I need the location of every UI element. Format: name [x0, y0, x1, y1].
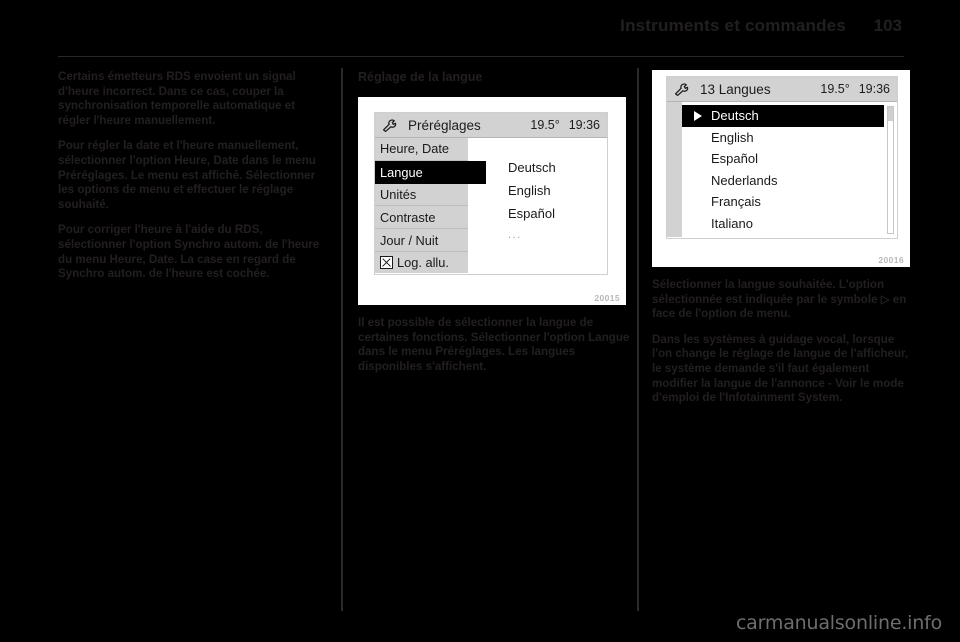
column-2: Réglage de la langue Préréglages 19.5° 1…	[358, 70, 630, 374]
language-item-deutsch[interactable]: Deutsch	[682, 105, 884, 127]
language-item-italiano[interactable]: Italiano	[682, 213, 884, 235]
menu-item-label: Heure, Date	[380, 141, 449, 157]
language-label: Français	[711, 194, 761, 210]
language-item-francais[interactable]: Français	[682, 191, 884, 213]
menu-item-langue[interactable]: Langue	[375, 160, 486, 184]
language-label: English	[711, 129, 754, 145]
paragraph: Dans les systèmes à guidage vocal, lorsq…	[652, 332, 909, 405]
figure-caption: 20015	[594, 293, 620, 303]
figure-presets-display: Préréglages 19.5° 19:36 Heure, Date Lang…	[358, 97, 626, 305]
menu-item-label: Log. allu.	[397, 255, 449, 271]
menu-item-heure-date[interactable]: Heure, Date	[375, 138, 468, 161]
outside-temperature: 19.5°	[820, 82, 850, 96]
paragraph: Pour corriger l'heure à l'aide du RDS, s…	[58, 223, 320, 281]
outside-temperature: 19.5°	[530, 118, 560, 132]
section-title-language-setting: Réglage de la langue	[358, 70, 483, 84]
column-3: 13 Langues 19.5° 19:36 Deutsch English E…	[652, 70, 910, 406]
paragraph: Certains émetteurs RDS envoient un signa…	[58, 70, 296, 127]
option-espanol[interactable]: Español	[486, 202, 607, 225]
selected-marker-icon	[694, 110, 702, 121]
option-more-ellipsis[interactable]: ...	[486, 225, 607, 245]
display-menu-list: Heure, Date Langue Unités Contraste Jour…	[375, 138, 486, 274]
display-body: Deutsch English Español Nederlands Franç…	[667, 102, 897, 237]
menu-item-log-allu[interactable]: Log. allu.	[375, 252, 468, 274]
display-status-right: 19.5° 19:36	[820, 82, 890, 96]
display-status-right: 19.5° 19:36	[530, 118, 600, 132]
wrench-icon	[674, 82, 689, 96]
page-title: Instruments et commandes	[620, 16, 846, 35]
scrollbar-thumb[interactable]	[888, 107, 893, 121]
language-label: Deutsch	[711, 108, 759, 124]
clock-time: 19:36	[568, 118, 600, 132]
language-item-nederlands[interactable]: Nederlands	[682, 170, 884, 192]
site-watermark: carmanualsonline.info	[735, 612, 942, 634]
display-status-bar: 13 Langues 19.5° 19:36	[667, 77, 897, 102]
paragraph: Sélectionner la langue souhaitée. L'opti…	[652, 278, 907, 321]
option-english[interactable]: English	[486, 179, 607, 202]
wrench-icon	[382, 118, 397, 132]
paragraph: Il est possible de sélectionner la langu…	[358, 316, 630, 373]
menu-item-label: Jour / Nuit	[380, 232, 439, 248]
menu-item-label: Unités	[380, 186, 417, 202]
display-body: Heure, Date Langue Unités Contraste Jour…	[375, 138, 607, 274]
display-status-bar: Préréglages 19.5° 19:36	[375, 113, 607, 138]
header-divider	[58, 56, 904, 57]
menu-item-jour-nuit[interactable]: Jour / Nuit	[375, 229, 468, 252]
page-header: Instruments et commandes 103	[58, 16, 902, 46]
option-deutsch[interactable]: Deutsch	[486, 156, 607, 179]
display-left-gutter	[667, 102, 682, 237]
menu-item-unites[interactable]: Unités	[375, 184, 468, 207]
display-title: 13 Langues	[700, 81, 771, 97]
column-separator-2	[637, 68, 639, 611]
menu-item-contraste[interactable]: Contraste	[375, 206, 468, 230]
scrollbar-track[interactable]	[887, 106, 894, 234]
checkbox-checked-icon[interactable]	[380, 256, 393, 270]
page-number: 103	[873, 16, 902, 35]
language-label: Italiano	[711, 215, 753, 231]
language-list: Deutsch English Español Nederlands Franç…	[682, 105, 884, 234]
language-label: Español	[711, 151, 758, 167]
figure-languages-display: 13 Langues 19.5° 19:36 Deutsch English E…	[652, 70, 910, 267]
language-item-espanol[interactable]: Español	[682, 148, 884, 170]
clock-time: 19:36	[858, 82, 890, 96]
language-item-english[interactable]: English	[682, 127, 884, 149]
display-option-list: Deutsch English Español ...	[486, 138, 607, 273]
figure-caption: 20016	[878, 255, 904, 265]
column-1: Certains émetteurs RDS envoient un signa…	[58, 70, 330, 282]
display-title: Préréglages	[408, 117, 481, 133]
column-separator-1	[341, 68, 343, 611]
menu-item-label: Langue	[380, 164, 423, 180]
paragraph: Pour régler la date et l'heure manuellem…	[58, 139, 316, 211]
infotainment-display-languages: 13 Langues 19.5° 19:36 Deutsch English E…	[666, 76, 898, 239]
infotainment-display-presets: Préréglages 19.5° 19:36 Heure, Date Lang…	[374, 112, 608, 275]
language-label: Nederlands	[711, 172, 778, 188]
menu-item-label: Contraste	[380, 209, 436, 225]
